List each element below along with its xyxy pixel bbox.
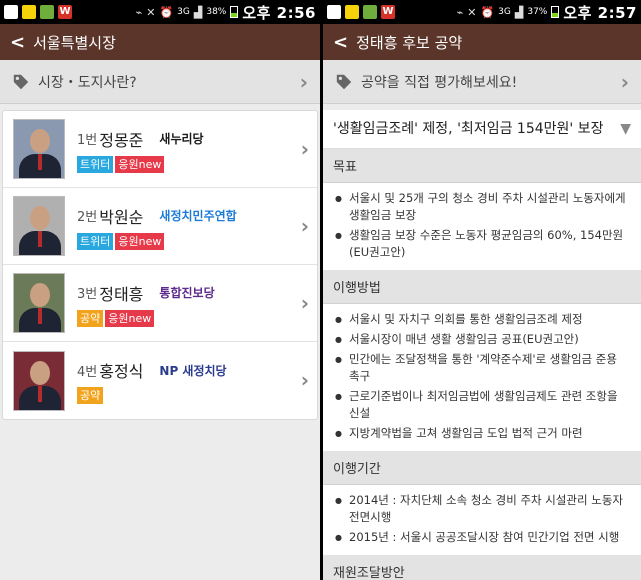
- chevron-right-icon: ›: [300, 137, 309, 161]
- candidate-photo: [13, 196, 65, 256]
- signal-icon: ▟: [514, 5, 524, 19]
- candidate-name: 홍정식: [99, 362, 144, 381]
- cheer-badge[interactable]: 응원new: [115, 232, 165, 250]
- candidate-list: 1번 정몽준 새누리당 트위터 응원new › 2번 박원순 새정치민주연합 트위…: [2, 110, 318, 420]
- candidate-number: 2번: [77, 210, 98, 225]
- w-app-icon: W: [58, 5, 72, 19]
- app-bar: < 정태흥 후보 공약: [323, 24, 641, 60]
- party-logo: NP 새정치당: [159, 363, 227, 378]
- network-type: 3G: [177, 7, 190, 17]
- candidate-photo: [13, 119, 65, 179]
- battery-icon: [551, 6, 560, 18]
- candidate-row[interactable]: 2번 박원순 새정치민주연합 트위터 응원new ›: [3, 188, 317, 265]
- page-title: 서울특별시장: [33, 33, 116, 52]
- clock: 오후 2:56: [242, 3, 316, 22]
- chevron-right-icon: ›: [620, 69, 629, 94]
- pledge-bullet: 서울시 및 자치구 의회를 통한 생활임금조례 제정: [333, 311, 631, 328]
- pledge-badge[interactable]: 공약: [77, 387, 104, 404]
- candidate-photo: [13, 350, 65, 411]
- rate-pledge-row[interactable]: 공약을 직접 평가해보세요! ›: [323, 60, 641, 104]
- cheer-badge[interactable]: 응원new: [115, 155, 165, 173]
- section-label: 공약을 직접 평가해보세요!: [361, 74, 518, 91]
- pledge-bullet-list: 서울시 및 25개 구의 청소 경비 주차 시설관리 노동자에게 생활임금 보장…: [323, 183, 641, 270]
- pledge-bullet: 2015년 : 서울시 공공조달시장 참여 민간기업 전면 시행: [333, 529, 631, 546]
- battery-icon: [230, 6, 239, 18]
- candidate-name: 박원순: [99, 207, 144, 227]
- candidate-list-screen: W ⌁ ✕ ⏰ 3G ▟ 38% 오후 2:56 < 서울특별시장 시장・도지사…: [0, 0, 320, 580]
- party-logo: 새누리당: [159, 132, 204, 146]
- clock: 오후 2:57: [563, 3, 637, 22]
- notification-icon: [327, 5, 341, 19]
- candidate-row[interactable]: 1번 정몽준 새누리당 트위터 응원new ›: [3, 111, 317, 188]
- pledge-bullet: 서울시 및 25개 구의 청소 경비 주차 시설관리 노동자에게 생활임금 보장: [333, 190, 631, 224]
- notification-icon: [4, 5, 18, 19]
- chevron-right-icon: ›: [299, 69, 308, 94]
- tag-icon: [13, 74, 29, 89]
- app-notification-icon: [40, 5, 54, 19]
- pledge-bullet-list: 서울시 및 자치구 의회를 통한 생활임금조례 제정서울시장이 매년 생활 생활…: [323, 304, 641, 451]
- pledge-bullet: 근로기준법이나 최저임금법에 생활임금제도 관련 조항을 신설: [333, 388, 631, 422]
- chevron-right-icon: ›: [300, 368, 309, 392]
- vibrate-icon: ⌁: [135, 5, 143, 19]
- mute-icon: ✕: [467, 5, 477, 19]
- pledge-subheading: 이행방법: [323, 270, 641, 304]
- app-bar: < 서울특별시장: [0, 24, 320, 60]
- pledge-subheading: 재원조달방안: [323, 555, 641, 580]
- twitter-badge[interactable]: 트위터: [77, 232, 114, 250]
- chevron-down-icon: ▼: [620, 121, 631, 137]
- app-notification-icon: [363, 5, 377, 19]
- twitter-badge[interactable]: 트위터: [77, 155, 114, 173]
- chevron-right-icon: ›: [300, 291, 309, 315]
- section-label: 시장・도지사란?: [38, 74, 137, 91]
- page-title: 정태흥 후보 공약: [356, 33, 463, 52]
- status-bar: W ⌁ ✕ ⏰ 3G ▟ 37% 오후 2:57: [323, 0, 641, 24]
- pledge-title-text: '생활임금조례' 제정, '최저임금 154만원' 보장: [333, 121, 604, 137]
- alarm-icon: ⏰: [480, 5, 495, 19]
- pledge-bullet: 서울시장이 매년 생활 생활임금 공표(EU권고안): [333, 331, 631, 348]
- pledge-title[interactable]: '생활임금조례' 제정, '최저임금 154만원' 보장 ▼: [323, 110, 641, 149]
- candidate-number: 1번: [77, 133, 98, 148]
- w-app-icon: W: [381, 5, 395, 19]
- pledge-details: 목표서울시 및 25개 구의 청소 경비 주차 시설관리 노동자에게 생활임금 …: [323, 149, 641, 580]
- candidate-number: 4번: [77, 364, 98, 380]
- party-logo: 통합진보당: [159, 286, 215, 300]
- cheer-badge[interactable]: 응원new: [105, 309, 155, 327]
- candidate-photo: [13, 273, 65, 333]
- candidate-name: 정태흥: [99, 284, 144, 304]
- pledge-bullet-list: 2014년 : 자치단체 소속 청소 경비 주차 시설관리 노동자 전면시행 20…: [323, 485, 641, 555]
- candidate-name: 정몽준: [99, 130, 144, 150]
- battery-percent: 38%: [206, 7, 227, 17]
- kakaotalk-icon: [22, 5, 36, 19]
- pledge-subheading: 목표: [323, 149, 641, 183]
- alarm-icon: ⏰: [159, 5, 174, 19]
- battery-percent: 37%: [527, 7, 548, 17]
- vibrate-icon: ⌁: [456, 5, 464, 19]
- pledge-badge[interactable]: 공약: [77, 309, 104, 327]
- pledge-bullet: 생활임금 보장 수준은 노동자 평균임금의 60%, 154만원(EU권고안): [333, 227, 631, 261]
- tag-icon: [336, 74, 352, 89]
- status-bar: W ⌁ ✕ ⏰ 3G ▟ 38% 오후 2:56: [0, 0, 320, 24]
- signal-icon: ▟: [193, 5, 203, 19]
- chevron-right-icon: ›: [300, 214, 309, 238]
- pledge-bullet: 민간에는 조달정책을 통한 '계약준수제'로 생활임금 준용 촉구: [333, 351, 631, 385]
- network-type: 3G: [498, 7, 511, 17]
- candidate-row[interactable]: 4번 홍정식 NP 새정치당 공약 ›: [3, 342, 317, 419]
- back-button[interactable]: <: [10, 32, 25, 53]
- pledge-screen: W ⌁ ✕ ⏰ 3G ▟ 37% 오후 2:57 < 정태흥 후보 공약 공약을…: [323, 0, 641, 580]
- pledge-bullet: 2014년 : 자치단체 소속 청소 경비 주차 시설관리 노동자 전면시행: [333, 492, 631, 526]
- party-logo: 새정치민주연합: [159, 209, 237, 223]
- mute-icon: ✕: [146, 5, 156, 19]
- info-section-row[interactable]: 시장・도지사란? ›: [0, 60, 320, 104]
- pledge-bullet: 지방계약법을 고쳐 생활임금 도입 법적 근거 마련: [333, 425, 631, 442]
- kakaotalk-icon: [345, 5, 359, 19]
- pledge-subheading: 이행기간: [323, 451, 641, 485]
- candidate-row[interactable]: 3번 정태흥 통합진보당 공약 응원new ›: [3, 265, 317, 342]
- back-button[interactable]: <: [333, 32, 348, 53]
- candidate-number: 3번: [77, 287, 98, 302]
